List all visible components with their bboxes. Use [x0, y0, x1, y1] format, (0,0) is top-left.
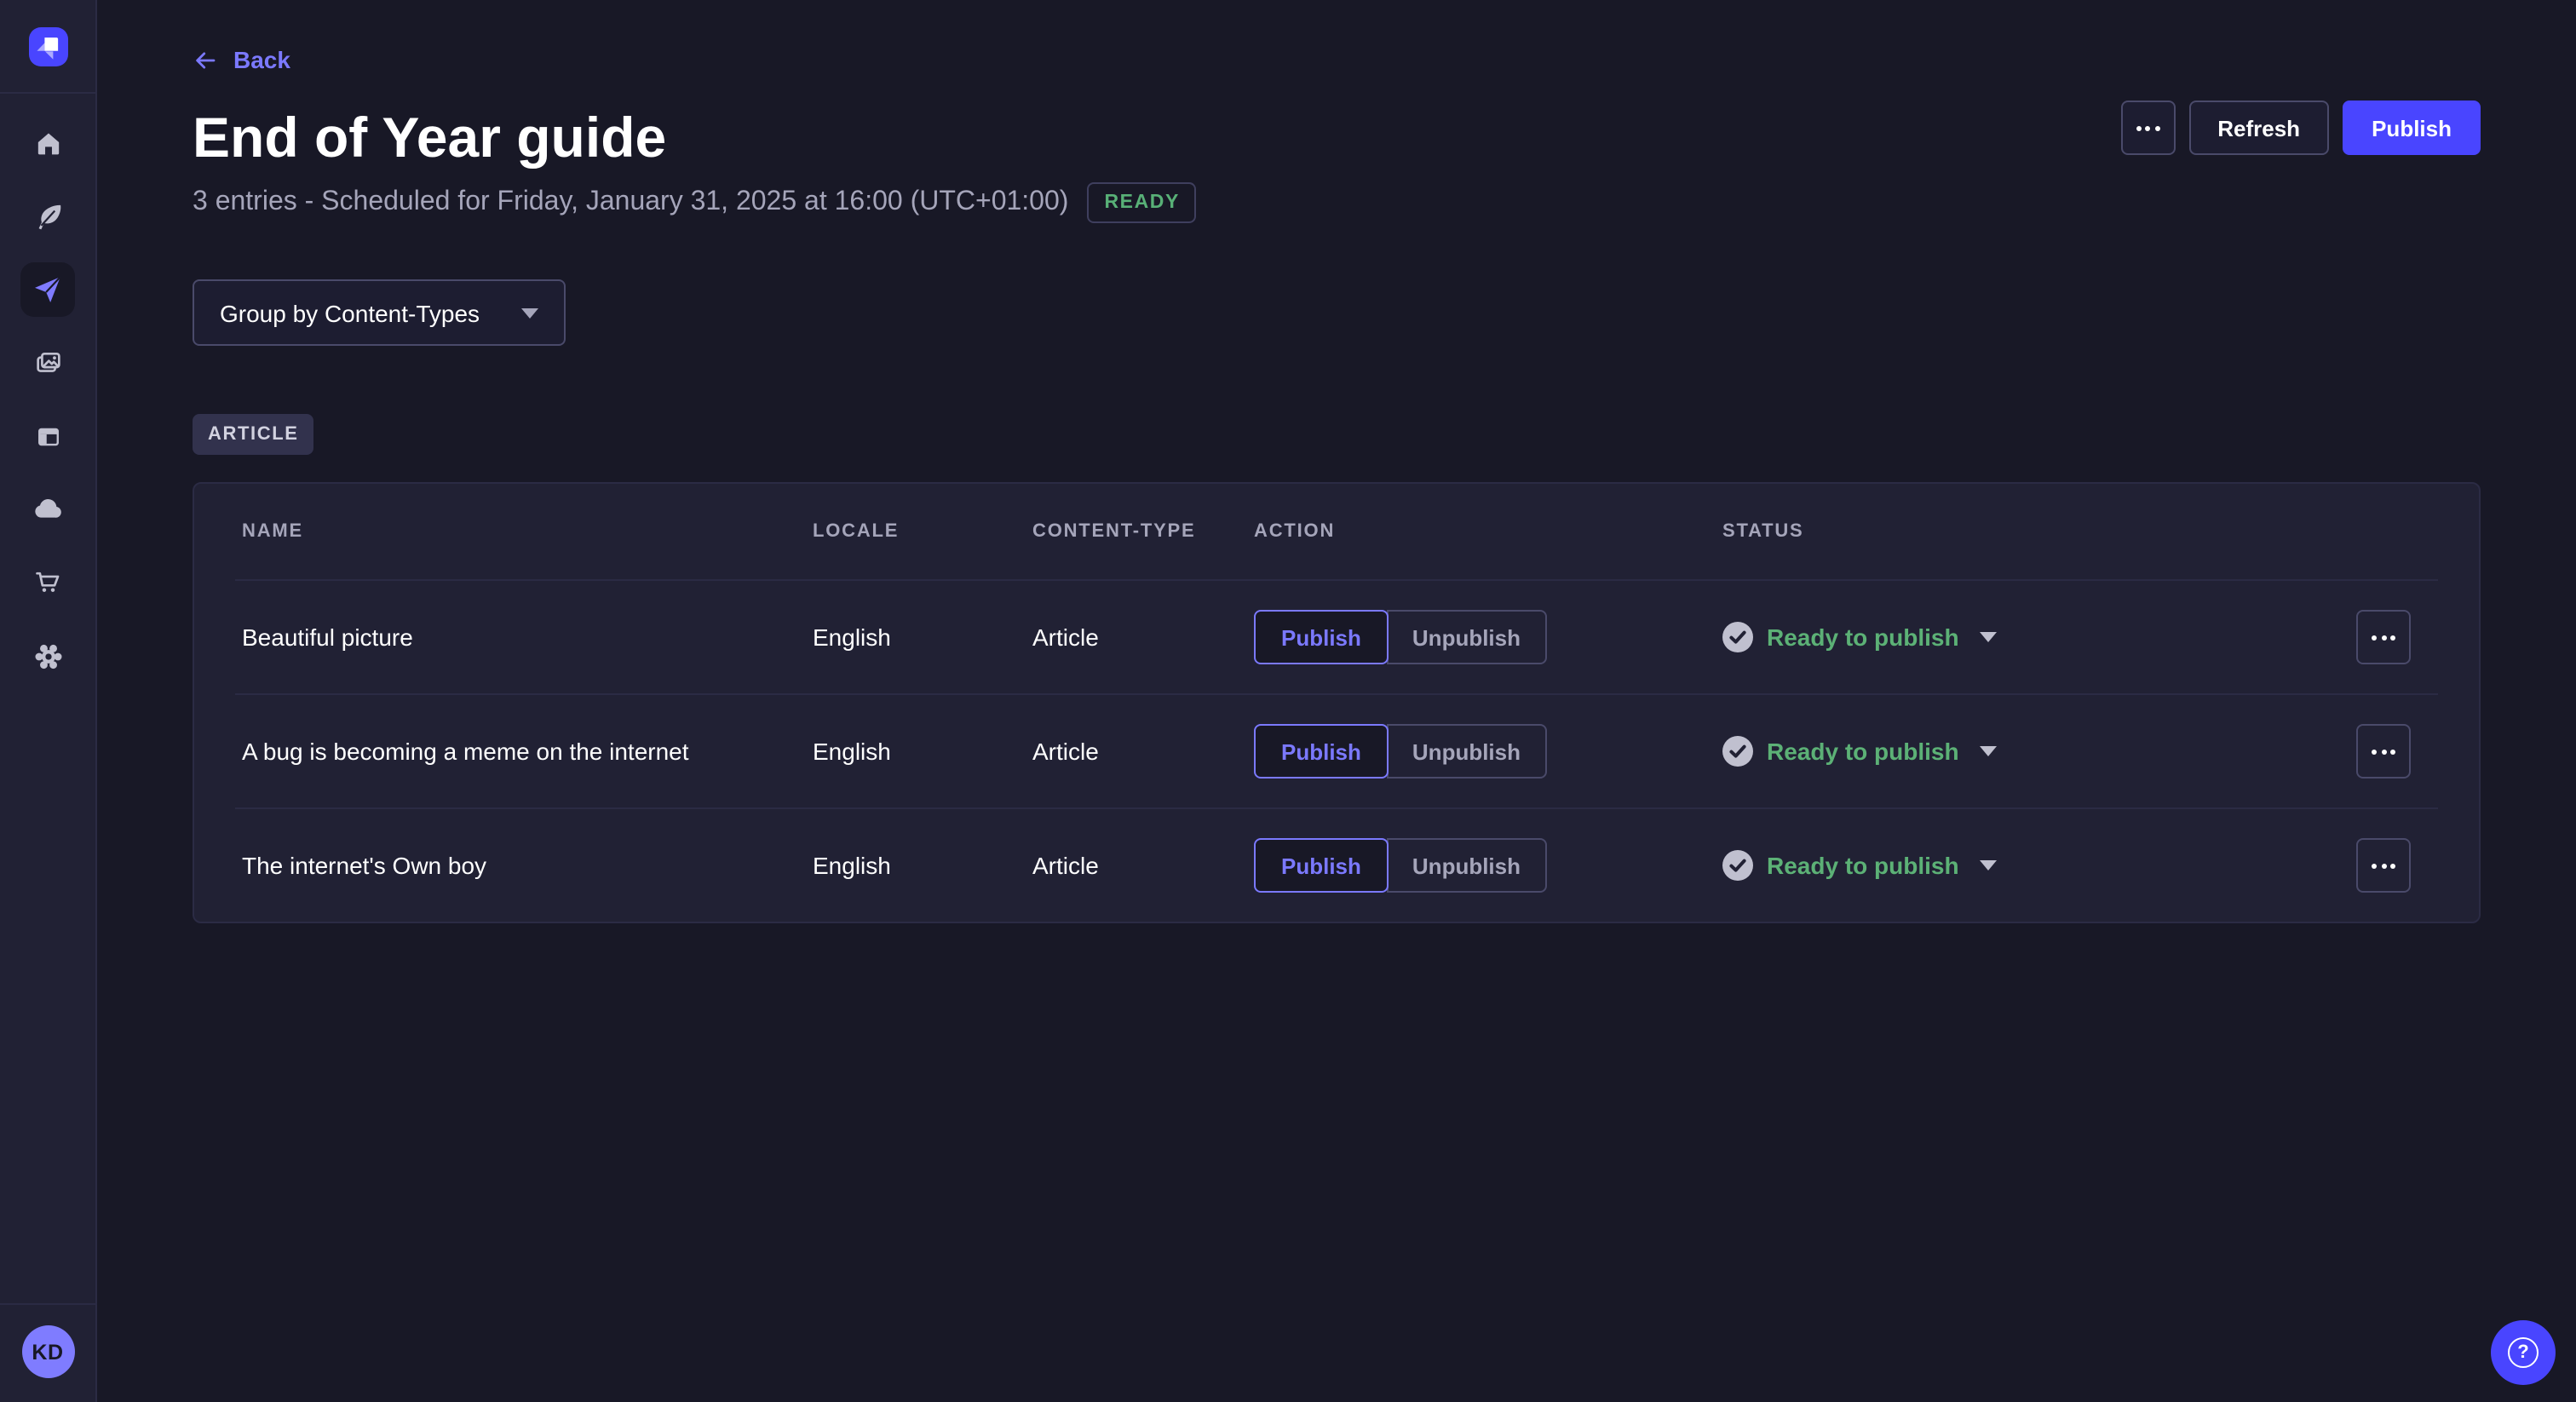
layout-icon [33, 422, 62, 451]
chevron-down-icon [1980, 860, 1997, 871]
chevron-down-icon [1980, 632, 1997, 642]
action-segmented-control: Publish Unpublish [1254, 724, 1695, 779]
status-label: Ready to publish [1767, 738, 1959, 765]
help-button[interactable]: ? [2491, 1320, 2556, 1385]
ellipsis-icon [2372, 635, 2395, 640]
column-header-content-type: CONTENT-TYPE [1032, 521, 1254, 542]
question-mark-icon: ? [2508, 1337, 2539, 1368]
sidebar-nav [20, 94, 75, 683]
table-row: Beautiful picture English Article Publis… [194, 581, 2479, 693]
publish-button[interactable]: Publish [2343, 101, 2481, 155]
content-type-tag: ARTICLE [193, 414, 314, 455]
back-arrow-icon [193, 48, 218, 73]
sidebar-item-settings[interactable] [20, 629, 75, 683]
row-publish-button[interactable]: Publish [1254, 724, 1389, 779]
user-avatar[interactable]: KD [21, 1325, 74, 1378]
row-more-button[interactable] [2356, 838, 2411, 893]
table-row: A bug is becoming a meme on the internet… [194, 695, 2479, 807]
check-circle-icon [1722, 622, 1753, 652]
back-link[interactable]: Back [193, 46, 290, 75]
entry-content-type: Article [1032, 738, 1254, 765]
entries-table-card: NAME LOCALE CONTENT-TYPE ACTION STATUS B… [193, 482, 2481, 923]
paper-plane-icon [31, 273, 65, 307]
table-header-row: NAME LOCALE CONTENT-TYPE ACTION STATUS [194, 484, 2479, 579]
status-label: Ready to publish [1767, 623, 1959, 651]
action-segmented-control: Publish Unpublish [1254, 838, 1695, 893]
ellipsis-icon [2372, 863, 2395, 868]
entry-content-type: Article [1032, 852, 1254, 879]
sidebar-item-marketplace[interactable] [20, 555, 75, 610]
status-badge: READY [1087, 181, 1197, 222]
strapi-logo-icon [28, 27, 67, 66]
back-label: Back [233, 46, 290, 75]
status-dropdown[interactable]: Ready to publish [1695, 848, 2343, 882]
sidebar-item-home[interactable] [20, 116, 75, 170]
home-icon [33, 129, 62, 158]
pictures-icon [32, 347, 64, 379]
sidebar-item-cloud[interactable] [20, 482, 75, 537]
column-header-locale: LOCALE [813, 521, 1032, 542]
status-label: Ready to publish [1767, 852, 1959, 879]
cart-icon [32, 567, 63, 598]
sidebar-item-media-library[interactable] [20, 336, 75, 390]
row-publish-button[interactable]: Publish [1254, 610, 1389, 664]
main-content: Back Refresh Publish End of Year guide 3… [97, 0, 2576, 1402]
gear-icon [32, 640, 64, 672]
ellipsis-icon [2372, 749, 2395, 754]
status-dropdown[interactable]: Ready to publish [1695, 620, 2343, 654]
strapi-logo-button[interactable] [28, 27, 67, 66]
column-header-status: STATUS [1695, 521, 2343, 542]
sidebar-item-content-type-builder[interactable] [20, 409, 75, 463]
release-subtitle: 3 entries - Scheduled for Friday, Januar… [193, 181, 1068, 223]
entry-locale: English [813, 738, 1032, 765]
sidebar-divider-bottom [0, 1303, 95, 1305]
entry-content-type: Article [1032, 623, 1254, 651]
check-circle-icon [1722, 850, 1753, 881]
check-circle-icon [1722, 736, 1753, 767]
column-header-action: ACTION [1254, 521, 1695, 542]
app-root: KD Back Refresh Publish End of Year guid… [0, 0, 2576, 1402]
row-more-button[interactable] [2356, 610, 2411, 664]
row-unpublish-button[interactable]: Unpublish [1387, 838, 1546, 893]
sidebar-item-content-manager[interactable] [20, 189, 75, 244]
ellipsis-icon [2136, 125, 2159, 130]
status-dropdown[interactable]: Ready to publish [1695, 734, 2343, 768]
chevron-down-icon [521, 307, 538, 318]
entry-name: The internet's Own boy [242, 852, 813, 879]
sidebar: KD [0, 0, 97, 1402]
action-segmented-control: Publish Unpublish [1254, 610, 1695, 664]
group-by-dropdown[interactable]: Group by Content-Types [193, 279, 566, 346]
subtitle-row: 3 entries - Scheduled for Friday, Januar… [193, 181, 2481, 223]
column-header-name: NAME [242, 521, 813, 542]
entry-name: Beautiful picture [242, 623, 813, 651]
table-row: The internet's Own boy English Article P… [194, 809, 2479, 922]
row-unpublish-button[interactable]: Unpublish [1387, 610, 1546, 664]
sidebar-bottom: KD [0, 1303, 95, 1402]
entry-name: A bug is becoming a meme on the internet [242, 738, 813, 765]
row-unpublish-button[interactable]: Unpublish [1387, 724, 1546, 779]
release-more-button[interactable] [2120, 101, 2175, 155]
chevron-down-icon [1980, 746, 1997, 756]
group-by-label: Group by Content-Types [220, 299, 480, 326]
sidebar-item-releases[interactable] [20, 262, 75, 317]
refresh-button[interactable]: Refresh [2188, 101, 2329, 155]
feather-icon [32, 200, 64, 233]
header-actions: Refresh Publish [2120, 101, 2481, 155]
entry-locale: English [813, 623, 1032, 651]
row-publish-button[interactable]: Publish [1254, 838, 1389, 893]
entry-locale: English [813, 852, 1032, 879]
cloud-icon [31, 492, 65, 526]
row-more-button[interactable] [2356, 724, 2411, 779]
